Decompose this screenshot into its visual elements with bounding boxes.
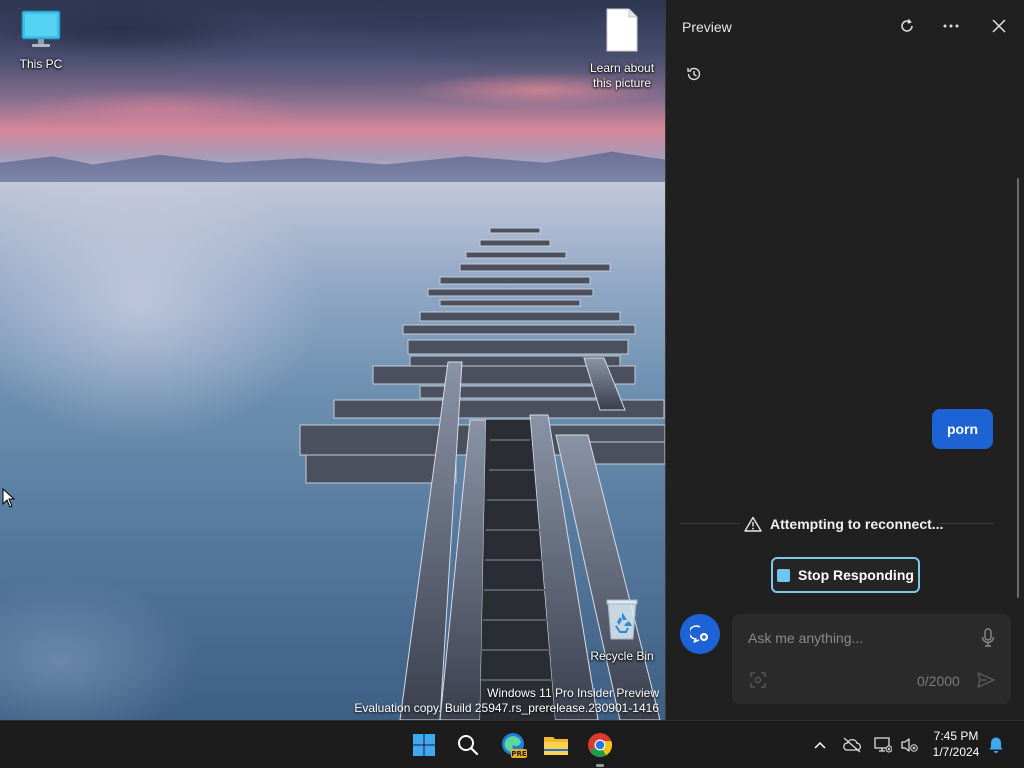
taskbar-edge-beta[interactable]: PRE bbox=[497, 729, 529, 761]
warning-icon bbox=[744, 516, 762, 532]
ask-input[interactable] bbox=[748, 628, 968, 648]
taskbar: PRE 7:45 PM 1/7/2024 bbox=[0, 720, 1024, 768]
stop-icon bbox=[777, 568, 791, 582]
bell-icon bbox=[989, 737, 1003, 753]
search-icon bbox=[458, 735, 479, 756]
chevron-up-icon bbox=[814, 741, 826, 749]
desktop[interactable]: This PC Learn about this picture Recycle… bbox=[0, 0, 665, 720]
learn-about-picture-desktop-icon[interactable]: Learn about this picture bbox=[582, 8, 662, 91]
stop-responding-button[interactable]: Stop Responding bbox=[771, 557, 920, 593]
status-divider-left bbox=[680, 523, 740, 524]
mouse-cursor-icon bbox=[2, 488, 16, 508]
this-pc-desktop-icon[interactable]: This PC bbox=[1, 10, 81, 72]
recycle-bin-desktop-icon[interactable]: Recycle Bin bbox=[582, 598, 662, 664]
history-button[interactable] bbox=[682, 62, 706, 86]
document-icon bbox=[606, 8, 638, 52]
close-button[interactable] bbox=[987, 14, 1011, 38]
windows-start-icon bbox=[413, 734, 435, 756]
status-divider-right bbox=[938, 523, 994, 524]
chrome-icon bbox=[588, 733, 613, 758]
chat-scrollbar[interactable] bbox=[1017, 178, 1019, 598]
chrome-running-indicator bbox=[596, 764, 604, 767]
send-icon bbox=[977, 672, 995, 688]
screenshot-icon bbox=[750, 672, 766, 688]
file-explorer-icon bbox=[544, 737, 568, 755]
taskbar-file-explorer[interactable] bbox=[540, 729, 572, 761]
edge-badge-text: PRE bbox=[511, 750, 527, 758]
copilot-panel: Preview porn Attempting to reconnect... … bbox=[665, 0, 1024, 720]
monitor-icon bbox=[21, 10, 61, 47]
volume-muted-icon bbox=[901, 738, 918, 752]
volume-tray-button[interactable] bbox=[897, 733, 921, 757]
edge-beta-icon: PRE bbox=[502, 733, 527, 758]
learn-about-picture-label: Learn about this picture bbox=[589, 61, 655, 90]
windows-watermark: Windows 11 Pro Insider Preview Evaluatio… bbox=[354, 686, 659, 716]
taskbar-clock[interactable]: 7:45 PM 1/7/2024 bbox=[926, 728, 986, 760]
watermark-line-1: Windows 11 Pro Insider Preview bbox=[487, 686, 659, 700]
user-message-bubble: porn bbox=[932, 409, 993, 449]
user-message-text: porn bbox=[946, 421, 979, 437]
onedrive-tray-button[interactable] bbox=[840, 733, 864, 757]
clock-date: 1/7/2024 bbox=[932, 745, 980, 759]
more-options-button[interactable] bbox=[939, 14, 963, 38]
send-button[interactable] bbox=[976, 670, 996, 690]
network-tray-button[interactable] bbox=[871, 733, 895, 757]
refresh-button[interactable] bbox=[895, 14, 919, 38]
new-topic-button[interactable] bbox=[680, 614, 720, 654]
cloud-offline-icon bbox=[843, 737, 861, 753]
character-count: 0/2000 bbox=[917, 673, 960, 689]
network-icon bbox=[874, 737, 892, 753]
microphone-icon bbox=[981, 628, 995, 647]
new-chat-icon bbox=[690, 625, 708, 643]
microphone-button[interactable] bbox=[978, 627, 998, 649]
this-pc-label: This PC bbox=[19, 57, 63, 71]
refresh-icon bbox=[901, 19, 913, 32]
close-icon bbox=[992, 19, 1006, 33]
watermark-line-2: Evaluation copy. Build 25947.rs_prerelea… bbox=[354, 701, 659, 715]
panel-title: Preview bbox=[682, 19, 732, 35]
more-horizontal-icon bbox=[943, 24, 959, 28]
clock-time: 7:45 PM bbox=[933, 729, 979, 743]
show-hidden-icons-button[interactable] bbox=[808, 733, 832, 757]
wallpaper-pier bbox=[299, 227, 665, 720]
reconnect-status-text: Attempting to reconnect... bbox=[770, 516, 944, 532]
start-button[interactable] bbox=[408, 729, 440, 761]
taskbar-search-button[interactable] bbox=[452, 729, 484, 761]
recycle-bin-label: Recycle Bin bbox=[590, 649, 654, 663]
add-screenshot-button[interactable] bbox=[748, 670, 768, 690]
history-icon bbox=[687, 67, 701, 81]
chat-input-box: 0/2000 bbox=[732, 614, 1011, 704]
notifications-button[interactable] bbox=[984, 733, 1008, 757]
recycle-bin-icon bbox=[606, 599, 638, 640]
taskbar-chrome[interactable] bbox=[584, 729, 616, 761]
stop-responding-label: Stop Responding bbox=[798, 567, 914, 583]
reconnect-status: Attempting to reconnect... bbox=[744, 514, 943, 534]
